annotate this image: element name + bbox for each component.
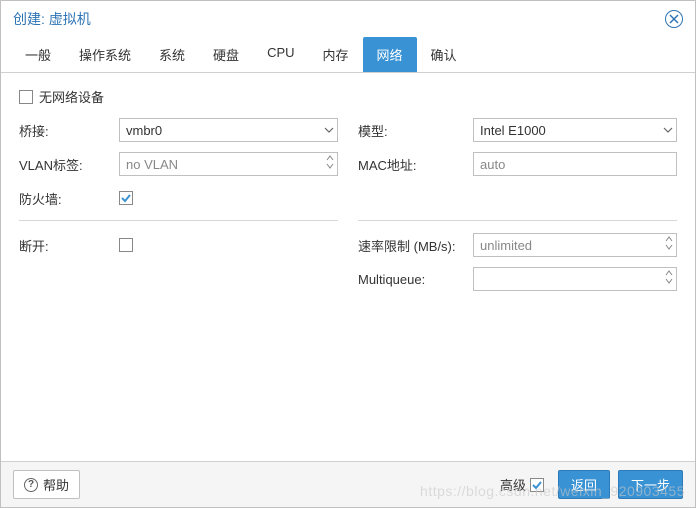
advanced-toggle: 高级 [500, 475, 550, 494]
tab-memory[interactable]: 内存 [309, 37, 363, 72]
rate-limit-field[interactable]: unlimited [473, 233, 677, 257]
vlan-field[interactable]: no VLAN [119, 152, 338, 176]
tab-bar: 一般 操作系统 系统 硬盘 CPU 内存 网络 确认 [1, 37, 695, 73]
no-network-row: 无网络设备 [19, 87, 677, 106]
firewall-label: 防火墙: [19, 189, 119, 208]
right-column: 模型: Intel E1000 MAC地址: auto 速率限制 (MB/s): [358, 118, 677, 301]
model-combo[interactable]: Intel E1000 [473, 118, 677, 142]
rate-limit-label: 速率限制 (MB/s): [358, 236, 473, 255]
tab-network[interactable]: 网络 [363, 37, 417, 72]
dialog-header: 创建: 虚拟机 [1, 1, 695, 37]
tab-confirm[interactable]: 确认 [417, 37, 471, 72]
dialog-title: 创建: 虚拟机 [13, 9, 91, 29]
divider [19, 220, 338, 221]
disconnect-label: 断开: [19, 236, 119, 255]
form-content: 无网络设备 桥接: vmbr0 VLAN标签: no VLAN [1, 73, 695, 461]
bridge-label: 桥接: [19, 121, 119, 140]
tab-os[interactable]: 操作系统 [65, 37, 145, 72]
help-icon: ? [24, 478, 38, 492]
multiqueue-label: Multiqueue: [358, 272, 473, 287]
divider [358, 220, 677, 221]
tab-system[interactable]: 系统 [145, 37, 199, 72]
firewall-checkbox[interactable] [119, 191, 133, 205]
tab-cpu[interactable]: CPU [253, 37, 308, 72]
form-grid: 桥接: vmbr0 VLAN标签: no VLAN [19, 118, 677, 301]
left-column: 桥接: vmbr0 VLAN标签: no VLAN [19, 118, 338, 301]
mac-label: MAC地址: [358, 155, 473, 174]
create-vm-dialog: 创建: 虚拟机 一般 操作系统 系统 硬盘 CPU 内存 网络 确认 无网络设备… [0, 0, 696, 508]
mac-field[interactable]: auto [473, 152, 677, 176]
multiqueue-field[interactable] [473, 267, 677, 291]
no-network-checkbox[interactable] [19, 90, 33, 104]
tab-general[interactable]: 一般 [11, 37, 65, 72]
next-button[interactable]: 下一步 [618, 470, 683, 499]
disconnect-checkbox[interactable] [119, 238, 133, 252]
tab-disk[interactable]: 硬盘 [199, 37, 253, 72]
help-button[interactable]: ? 帮助 [13, 470, 80, 499]
bridge-combo[interactable]: vmbr0 [119, 118, 338, 142]
model-label: 模型: [358, 121, 473, 140]
no-network-label: 无网络设备 [39, 87, 104, 106]
close-icon [669, 14, 679, 24]
advanced-checkbox[interactable] [530, 478, 544, 492]
back-button[interactable]: 返回 [558, 470, 610, 499]
vlan-label: VLAN标签: [19, 155, 119, 174]
dialog-footer: ? 帮助 高级 返回 下一步 [1, 461, 695, 507]
close-button[interactable] [665, 10, 683, 28]
